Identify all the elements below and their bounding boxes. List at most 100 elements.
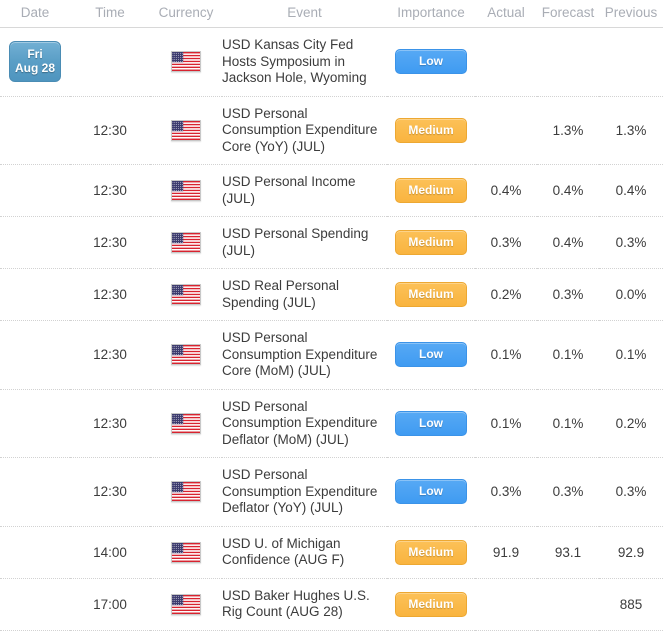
cell-previous [599, 27, 663, 97]
cell-forecast: 0.3% [537, 457, 599, 527]
importance-badge[interactable]: Low [395, 410, 467, 436]
table-header: Date Time Currency Event Importance Actu… [0, 0, 663, 28]
column-header-time[interactable]: Time [70, 0, 150, 28]
table-row[interactable]: 12:30 USD Personal Consumption Expenditur… [0, 457, 663, 527]
us-flag-icon [171, 344, 201, 366]
cell-actual: 0.1% [475, 320, 537, 390]
column-header-forecast[interactable]: Forecast [537, 0, 599, 28]
column-header-previous[interactable]: Previous [599, 0, 663, 28]
cell-importance: Medium [387, 216, 475, 269]
cell-previous: 0.3% [599, 457, 663, 527]
cell-event[interactable]: USD Baker Hughes U.S. Rig Count (AUG 28) [222, 578, 387, 631]
cell-currency [150, 27, 222, 97]
table-row[interactable]: 12:30 USD Personal Consumption Expenditur… [0, 389, 663, 458]
cell-previous: 0.0% [599, 268, 663, 321]
cell-currency [150, 216, 222, 269]
importance-badge[interactable]: Medium [395, 282, 467, 307]
cell-currency [150, 457, 222, 527]
cell-time: 17:00 [70, 578, 150, 631]
column-header-event[interactable]: Event [222, 0, 387, 28]
cell-currency [150, 164, 222, 217]
us-flag-icon [171, 119, 201, 141]
cell-actual [475, 578, 537, 631]
cell-event[interactable]: USD Real Personal Spending (JUL) [222, 268, 387, 321]
column-header-actual[interactable]: Actual [475, 0, 537, 28]
table-row[interactable]: 12:30 USD Personal Consumption Expenditur… [0, 320, 663, 390]
cell-forecast [537, 578, 599, 631]
importance-badge[interactable]: Medium [395, 539, 467, 565]
cell-event[interactable]: USD Personal Consumption Expenditure Def… [222, 389, 387, 458]
date-badge[interactable]: Fri Aug 28 [9, 41, 61, 83]
table-body: Fri Aug 28 USD Kansas City Fed Hosts Sympo… [0, 27, 663, 631]
cell-time: 12:30 [70, 164, 150, 217]
us-flag-icon [171, 284, 201, 305]
importance-badge[interactable]: Low [395, 342, 467, 368]
cell-event[interactable]: USD Personal Consumption Expenditure Def… [222, 457, 387, 527]
cell-importance: Medium [387, 96, 475, 165]
cell-currency [150, 578, 222, 631]
cell-date [0, 216, 70, 269]
us-flag-icon [171, 541, 201, 563]
cell-previous: 0.2% [599, 389, 663, 458]
cell-time: 14:00 [70, 526, 150, 579]
column-header-currency[interactable]: Currency [150, 0, 222, 28]
column-header-date[interactable]: Date [0, 0, 70, 28]
cell-event[interactable]: USD Personal Income (JUL) [222, 164, 387, 217]
column-header-importance[interactable]: Importance [387, 0, 475, 28]
cell-actual: 91.9 [475, 526, 537, 579]
cell-date [0, 457, 70, 527]
table-row[interactable]: 12:30 USD Personal Consumption Expenditur… [0, 96, 663, 165]
cell-previous: 0.4% [599, 164, 663, 217]
us-flag-icon [171, 593, 201, 615]
cell-importance: Low [387, 389, 475, 458]
cell-time: 12:30 [70, 216, 150, 269]
cell-importance: Low [387, 320, 475, 390]
table-row[interactable]: Fri Aug 28 USD Kansas City Fed Hosts Sympo… [0, 27, 663, 97]
importance-badge[interactable]: Low [395, 479, 467, 505]
importance-badge[interactable]: Low [395, 49, 467, 75]
table-row[interactable]: 12:30 USD Personal Spending (JUL) Medium 0.… [0, 216, 663, 269]
table-row[interactable]: 12:30 USD Real Personal Spending (JUL) Med… [0, 268, 663, 321]
cell-importance: Medium [387, 526, 475, 579]
cell-currency [150, 96, 222, 165]
cell-actual: 0.3% [475, 216, 537, 269]
header-row: Date Time Currency Event Importance Actu… [0, 0, 663, 28]
cell-forecast: 93.1 [537, 526, 599, 579]
cell-actual: 0.1% [475, 389, 537, 458]
cell-date: Fri Aug 28 [0, 27, 70, 97]
cell-importance: Low [387, 27, 475, 97]
cell-event[interactable]: USD U. of Michigan Confidence (AUG F) [222, 526, 387, 579]
date-badge-weekday: Fri [27, 47, 43, 62]
cell-actual: 0.2% [475, 268, 537, 321]
cell-actual: 0.4% [475, 164, 537, 217]
cell-time: 12:30 [70, 96, 150, 165]
cell-previous: 885 [599, 578, 663, 631]
cell-importance: Medium [387, 578, 475, 631]
importance-badge[interactable]: Medium [395, 591, 467, 617]
cell-date [0, 526, 70, 579]
cell-forecast: 0.1% [537, 389, 599, 458]
cell-time: 12:30 [70, 457, 150, 527]
table-row[interactable]: 14:00 USD U. of Michigan Confidence (AUG … [0, 526, 663, 579]
us-flag-icon [171, 412, 201, 434]
importance-badge[interactable]: Medium [395, 117, 467, 143]
cell-time: 12:30 [70, 268, 150, 321]
cell-forecast [537, 27, 599, 97]
table-row[interactable]: 12:30 USD Personal Income (JUL) Medium 0.4%… [0, 164, 663, 217]
cell-forecast: 0.4% [537, 216, 599, 269]
table-row[interactable]: 17:00 USD Baker Hughes U.S. Rig Count (AU… [0, 578, 663, 631]
cell-importance: Medium [387, 164, 475, 217]
importance-badge[interactable]: Medium [395, 230, 467, 255]
cell-importance: Low [387, 457, 475, 527]
cell-event[interactable]: USD Personal Consumption Expenditure Cor… [222, 96, 387, 165]
cell-event[interactable]: USD Personal Consumption Expenditure Cor… [222, 320, 387, 390]
cell-event[interactable]: USD Personal Spending (JUL) [222, 216, 387, 269]
cell-currency [150, 526, 222, 579]
importance-badge[interactable]: Medium [395, 178, 467, 203]
cell-event[interactable]: USD Kansas City Fed Hosts Symposium in J… [222, 27, 387, 97]
cell-date [0, 164, 70, 217]
cell-actual [475, 96, 537, 165]
cell-importance: Medium [387, 268, 475, 321]
cell-previous: 92.9 [599, 526, 663, 579]
us-flag-icon [171, 232, 201, 253]
